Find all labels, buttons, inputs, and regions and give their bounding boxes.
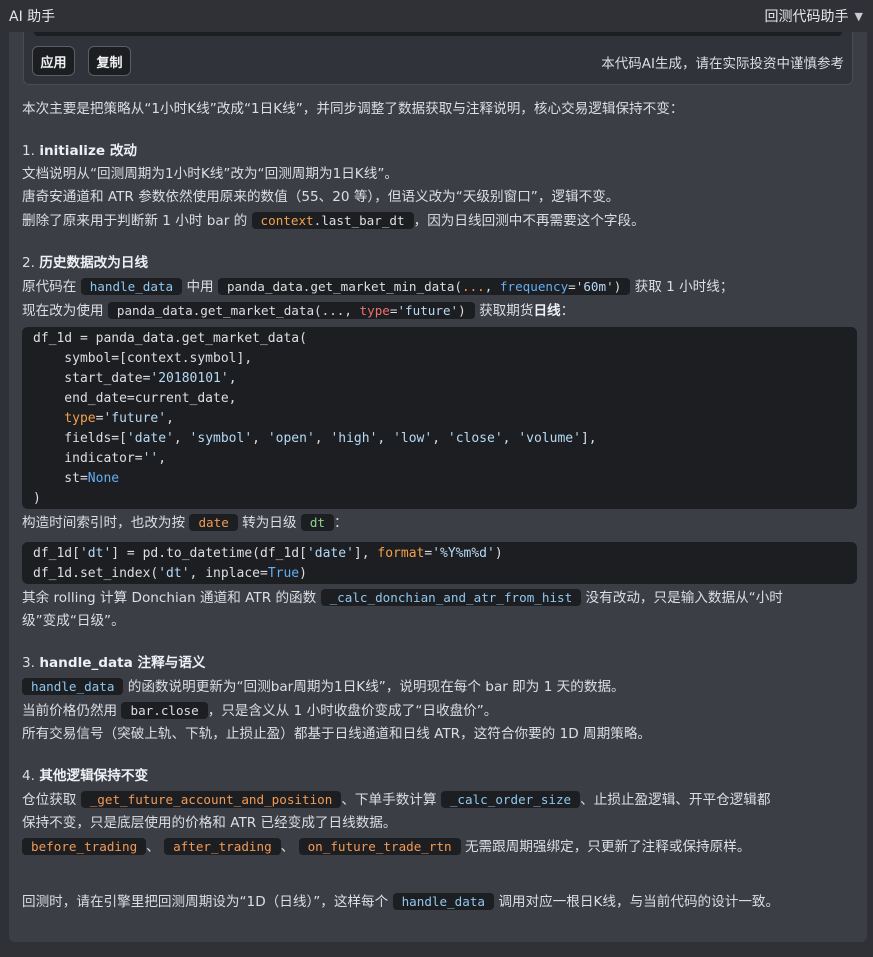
ai-disclaimer: 本代码AI生成，请在实际投资中谨慎参考 (601, 56, 844, 72)
inline-code: _calc_order_size (440, 791, 581, 808)
section-4-line-2: 保持不变，只是底层使用的价格和 ATR 已经变成了日线数据。 (22, 815, 397, 831)
inline-code: handle_data (392, 893, 494, 910)
section-1-heading: 1. initialize 改动 (22, 143, 138, 159)
section-1-line-2: 唐奇安通道和 ATR 参数依然使用原来的数值（55、20 等），但语义改为“天级… (22, 189, 620, 205)
mode-label: 回测代码助手 (764, 9, 849, 25)
section-2-line-1: 原代码在 handle_data 中用 panda_data.get_marke… (22, 278, 734, 295)
inline-code: panda_data.get_market_min_data(..., freq… (217, 278, 631, 295)
section-2-line-4: 其余 rolling 计算 Donchian 通道和 ATR 的函数 _calc… (22, 589, 783, 606)
section-2-line-2: 现在改为使用 panda_data.get_market_data(..., t… (22, 302, 575, 319)
code-block-set-index[interactable]: df_1d['dt'] = pd.to_datetime(df_1d['date… (22, 542, 857, 584)
inline-code: handle_data (22, 678, 124, 695)
app-title: AI 助手 (9, 9, 56, 25)
section-4-heading: 4. 其他逻辑保持不变 (22, 768, 149, 784)
inline-code: after_trading (164, 838, 281, 855)
chat-panel: 应用 复制 本代码AI生成，请在实际投资中谨慎参考 本次主要是把策略从“1小时K… (9, 32, 867, 942)
inline-code: panda_data.get_market_data(..., type='fu… (107, 302, 475, 319)
section-2-line-5: 级”变成“日级”。 (22, 613, 125, 629)
mode-selector[interactable]: 回测代码助手 ▼ (765, 6, 863, 26)
inline-code: on_future_trade_rtn (298, 838, 461, 855)
apply-button[interactable]: 应用 (32, 46, 75, 76)
section-3-heading: 3. handle_data 注释与语义 (22, 655, 206, 671)
code-action-bar: 应用 复制 本代码AI生成，请在实际投资中谨慎参考 (23, 32, 853, 85)
section-2-line-3: 构造时间索引时，也改为按 date 转为日级 dt： (22, 514, 348, 531)
copy-button[interactable]: 复制 (88, 46, 131, 76)
inline-code: _get_future_account_and_position (80, 791, 342, 808)
section-3-line-2: 当前价格仍然用 bar.close ，只是含义从 1 小时收盘价变成了“日收盘价”… (22, 702, 498, 719)
section-2-heading: 2. 历史数据改为日线 (22, 255, 149, 271)
chevron-down-icon: ▼ (854, 9, 863, 23)
inline-code: bar.close (121, 702, 208, 719)
inline-code: dt (300, 514, 334, 531)
inline-code: _calc_donchian_and_atr_from_hist (320, 589, 582, 606)
section-3-line-3: 所有交易信号（突破上轨、下轨，止损止盈）都基于日线通道和日线 ATR，这符合你要… (22, 726, 652, 742)
intro-text: 本次主要是把策略从“1小时K线”改成“1日K线”，并同步调整了数据获取与注释说明… (22, 101, 684, 117)
section-4-line-3: before_trading、 after_trading、 on_future… (22, 835, 857, 859)
inline-code: before_trading (22, 838, 147, 855)
section-3-line-1: handle_data 的函数说明更新为“回测bar周期为1日K线”，说明现在每… (22, 675, 857, 699)
inline-code: date (189, 514, 238, 531)
inline-code: context.last_bar_dt (251, 212, 414, 229)
section-4-line-1: 仓位获取 _get_future_account_and_position 、下单… (22, 791, 771, 808)
section-1-line-1: 文档说明从“回测周期为1小时K线”改为“回测周期为1日K线”。 (22, 166, 398, 182)
top-bar: AI 助手 回测代码助手 ▼ (0, 0, 873, 32)
outro-text: 回测时，请在引擎里把回测周期设为“1D（日线）”，这样每个 handle_dat… (22, 893, 780, 910)
code-block-get-market-data[interactable]: df_1d = panda_data.get_market_data( symb… (22, 327, 857, 509)
code-block-bottom-edge (34, 32, 842, 36)
section-1-line-3: 删除了原来用于判断新 1 小时 bar 的 context.last_bar_d… (22, 212, 645, 229)
inline-code: handle_data (80, 278, 183, 295)
assistant-message: 本次主要是把策略从“1小时K线”改成“1日K线”，并同步调整了数据获取与注释说明… (22, 98, 857, 914)
